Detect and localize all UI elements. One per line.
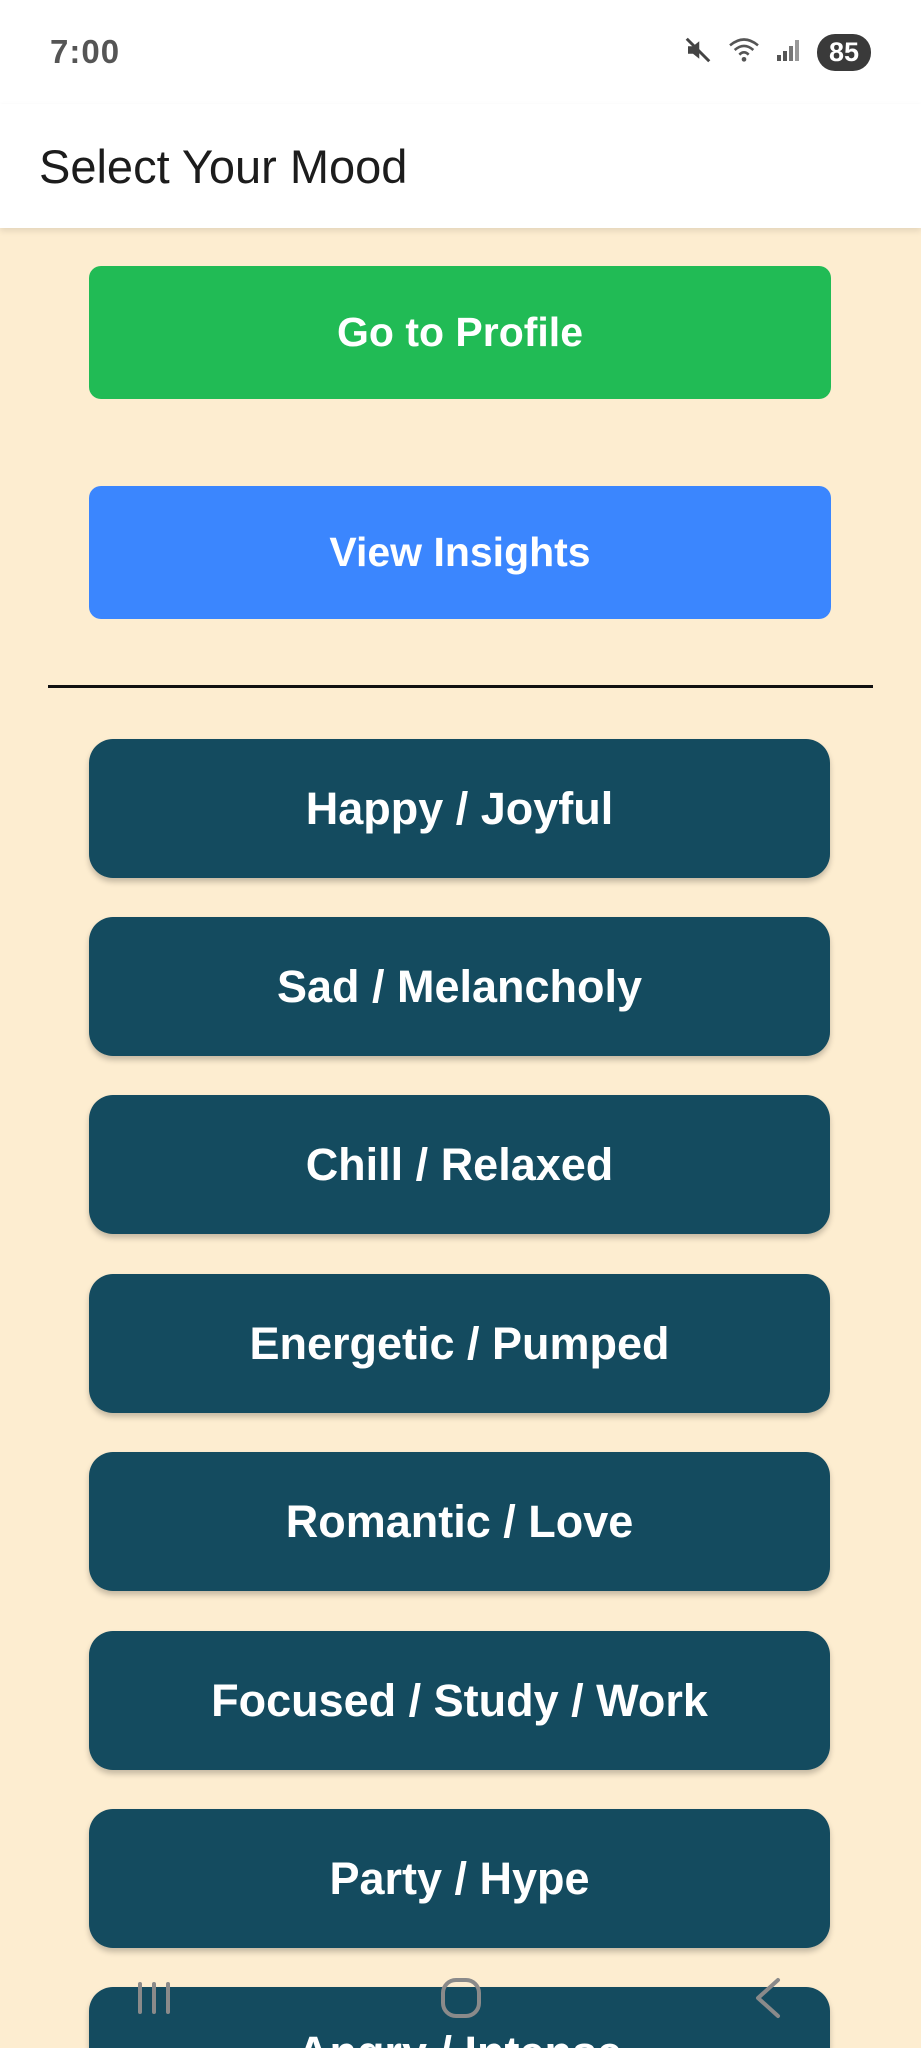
back-icon[interactable] [723, 1968, 813, 2028]
mood-button-romantic[interactable]: Romantic / Love [89, 1452, 830, 1591]
battery-icon: 85 [817, 33, 871, 71]
mood-button-happy[interactable]: Happy / Joyful [89, 739, 830, 878]
status-bar: 7:00 85 [0, 0, 921, 104]
mood-button-focused[interactable]: Focused / Study / Work [89, 1631, 830, 1770]
mood-button-party[interactable]: Party / Hype [89, 1809, 830, 1948]
status-time: 7:00 [50, 33, 121, 70]
signal-icon [775, 37, 803, 68]
system-nav-bar [0, 1948, 921, 2048]
mood-button-energetic[interactable]: Energetic / Pumped [89, 1274, 830, 1413]
home-icon[interactable] [416, 1968, 506, 2028]
mood-button-chill[interactable]: Chill / Relaxed [89, 1095, 830, 1234]
go-to-profile-button[interactable]: Go to Profile [89, 266, 831, 399]
app-bar: Select Your Mood [0, 104, 921, 228]
wifi-icon [727, 36, 761, 69]
page-title: Select Your Mood [39, 139, 408, 193]
mute-icon [683, 35, 713, 70]
divider [48, 685, 873, 688]
status-icons: 85 [683, 33, 871, 71]
view-insights-button[interactable]: View Insights [89, 486, 831, 619]
mood-button-sad[interactable]: Sad / Melancholy [89, 917, 830, 1056]
recents-icon[interactable] [109, 1968, 199, 2028]
